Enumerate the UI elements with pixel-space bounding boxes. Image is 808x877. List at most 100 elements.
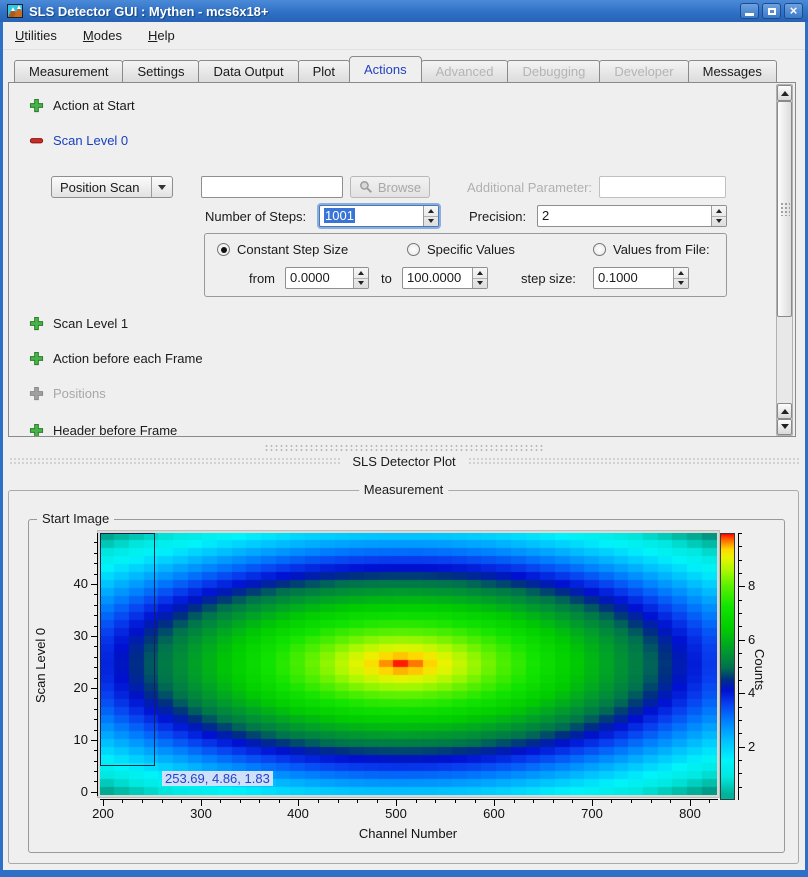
action-before-frame-row: Action before each Frame bbox=[29, 351, 203, 366]
tab-data-output[interactable]: Data Output bbox=[198, 60, 298, 82]
from-value: 0.0000 bbox=[286, 268, 353, 288]
additional-parameter-input bbox=[599, 176, 726, 198]
step-size-spin-buttons[interactable] bbox=[673, 268, 688, 288]
y-minor-tick bbox=[94, 574, 98, 575]
radio-constant-step[interactable]: Constant Step Size bbox=[217, 242, 348, 257]
spin-up-icon[interactable] bbox=[354, 268, 368, 279]
radio-off-icon bbox=[593, 243, 606, 256]
colorbar-tick-label: 8 bbox=[748, 578, 768, 593]
scan-script-input[interactable] bbox=[201, 176, 343, 198]
x-minor-tick bbox=[435, 799, 436, 803]
spin-up-icon[interactable] bbox=[674, 268, 688, 279]
step-size-label: step size: bbox=[521, 271, 576, 286]
step-size-spinbox[interactable]: 0.1000 bbox=[593, 267, 689, 289]
x-tick-label: 500 bbox=[371, 806, 421, 821]
spin-down-icon[interactable] bbox=[712, 217, 726, 227]
tab-measurement[interactable]: Measurement bbox=[14, 60, 123, 82]
spin-down-icon[interactable] bbox=[473, 279, 487, 289]
menu-help[interactable]: Help bbox=[148, 28, 175, 43]
y-major-tick bbox=[91, 740, 98, 741]
expand-plus-icon[interactable] bbox=[29, 351, 44, 366]
dock-titlebar[interactable]: SLS Detector Plot bbox=[3, 453, 805, 469]
y-minor-tick bbox=[94, 563, 98, 564]
maximize-button[interactable] bbox=[762, 3, 781, 19]
colorbar-minor-tick bbox=[738, 560, 742, 561]
zoom-selection-rect[interactable] bbox=[100, 533, 155, 766]
action-before-frame-label[interactable]: Action before each Frame bbox=[53, 351, 203, 366]
precision-spin-buttons[interactable] bbox=[711, 206, 726, 226]
to-label: to bbox=[381, 271, 392, 286]
close-button[interactable]: × bbox=[784, 3, 803, 19]
expand-plus-icon[interactable] bbox=[29, 98, 44, 113]
dock-title: SLS Detector Plot bbox=[352, 454, 455, 469]
tab-messages[interactable]: Messages bbox=[688, 60, 777, 82]
expand-plus-icon[interactable] bbox=[29, 316, 44, 331]
y-major-tick bbox=[91, 792, 98, 793]
colorbar-minor-tick bbox=[738, 733, 742, 734]
x-minor-tick bbox=[533, 799, 534, 803]
menu-utilities[interactable]: Utilities bbox=[15, 28, 57, 43]
y-minor-tick bbox=[94, 626, 98, 627]
menu-modes[interactable]: Modes bbox=[83, 28, 122, 43]
scrollbar-thumb[interactable] bbox=[777, 101, 792, 317]
header-before-frame-label[interactable]: Header before Frame bbox=[53, 423, 177, 437]
y-axis-line bbox=[97, 533, 98, 796]
radio-specific-values[interactable]: Specific Values bbox=[407, 242, 515, 257]
splitter-handle[interactable] bbox=[264, 444, 544, 451]
num-steps-spinbox[interactable]: 1001 bbox=[319, 205, 439, 227]
spin-up-icon[interactable] bbox=[712, 206, 726, 217]
expand-plus-icon-disabled bbox=[29, 386, 44, 401]
vertical-scrollbar[interactable] bbox=[776, 84, 793, 436]
expand-plus-icon[interactable] bbox=[29, 423, 44, 437]
to-spin-buttons[interactable] bbox=[472, 268, 487, 288]
scan-level-0-label[interactable]: Scan Level 0 bbox=[53, 133, 128, 148]
tab-actions[interactable]: Actions bbox=[349, 56, 422, 82]
chevron-down-icon bbox=[158, 185, 166, 194]
x-minor-tick bbox=[553, 799, 554, 803]
spin-down-icon[interactable] bbox=[354, 279, 368, 289]
y-minor-tick bbox=[94, 771, 98, 772]
x-axis-title: Channel Number bbox=[282, 826, 534, 841]
x-minor-tick bbox=[259, 799, 260, 803]
spin-up-icon[interactable] bbox=[473, 268, 487, 279]
scroll-up-button-2[interactable] bbox=[777, 403, 792, 419]
from-spinbox[interactable]: 0.0000 bbox=[285, 267, 369, 289]
app-icon bbox=[7, 4, 23, 18]
scroll-up-button[interactable] bbox=[777, 85, 792, 101]
minimize-button[interactable] bbox=[740, 3, 759, 19]
x-minor-tick bbox=[377, 799, 378, 803]
x-tick-label: 400 bbox=[273, 806, 323, 821]
y-minor-tick bbox=[94, 605, 98, 606]
spin-down-icon[interactable] bbox=[674, 279, 688, 289]
scan-mode-combobox[interactable]: Position Scan bbox=[51, 176, 173, 198]
y-minor-tick bbox=[94, 615, 98, 616]
scan-level-1-label[interactable]: Scan Level 1 bbox=[53, 316, 128, 331]
x-minor-tick bbox=[514, 799, 515, 803]
menu-help-rest: elp bbox=[157, 28, 174, 43]
to-spinbox[interactable]: 100.0000 bbox=[402, 267, 488, 289]
y-minor-tick bbox=[94, 667, 98, 668]
collapse-minus-icon[interactable] bbox=[29, 133, 44, 148]
step-size-value: 0.1000 bbox=[594, 268, 673, 288]
colorbar-minor-tick bbox=[738, 667, 742, 668]
radio-values-from-file[interactable]: Values from File: bbox=[593, 242, 710, 257]
titlebar[interactable]: SLS Detector GUI : Mythen - mcs6x18+ × bbox=[0, 0, 808, 22]
x-minor-tick bbox=[611, 799, 612, 803]
action-at-start-label[interactable]: Action at Start bbox=[53, 98, 135, 113]
spin-down-icon[interactable] bbox=[424, 217, 438, 227]
precision-spinbox[interactable]: 2 bbox=[537, 205, 727, 227]
scroll-down-button[interactable] bbox=[777, 419, 792, 435]
from-spin-buttons[interactable] bbox=[353, 268, 368, 288]
colorbar-tick-label: 2 bbox=[748, 739, 768, 754]
arrow-down-icon bbox=[781, 424, 789, 433]
heatmap-canvas[interactable] bbox=[100, 533, 717, 795]
x-minor-tick bbox=[318, 799, 319, 803]
spin-up-icon[interactable] bbox=[424, 206, 438, 217]
tab-settings[interactable]: Settings bbox=[122, 60, 199, 82]
tab-plot[interactable]: Plot bbox=[298, 60, 350, 82]
x-major-tick bbox=[103, 799, 104, 806]
num-steps-spin-buttons[interactable] bbox=[423, 206, 438, 226]
x-major-tick bbox=[201, 799, 202, 806]
x-major-tick bbox=[396, 799, 397, 806]
dock-texture-left bbox=[9, 457, 340, 465]
